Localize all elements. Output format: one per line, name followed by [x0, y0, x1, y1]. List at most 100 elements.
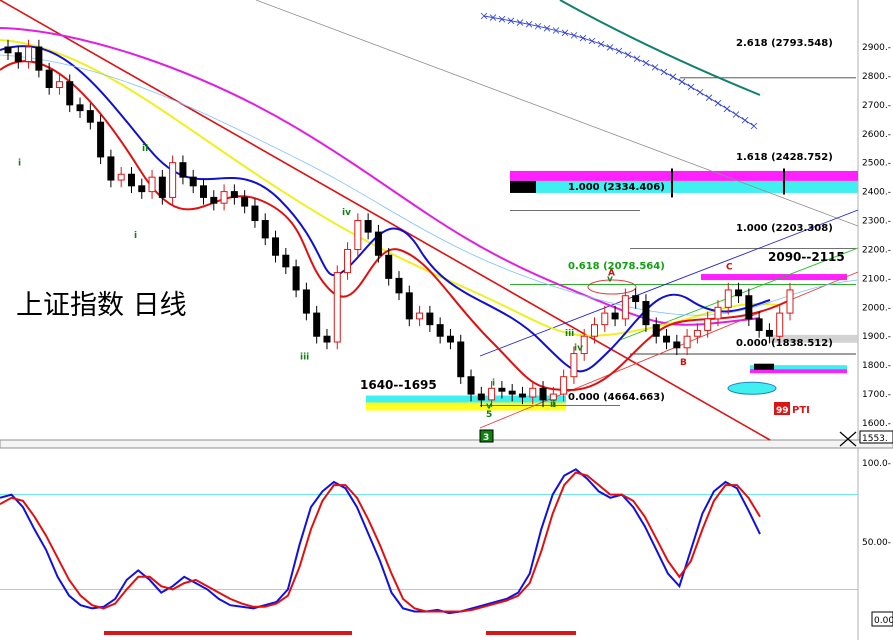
fib-label-0618: 0.618 (2078.564) — [568, 261, 665, 272]
y-axis-ticks: 2900.- 2800.- 2700.- 2600.- 2500.- 2400.- 2300… — [862, 43, 891, 548]
candle-body — [457, 341, 465, 378]
y-tick-label-4: 2500.- — [862, 159, 891, 169]
wave-label-8: ii — [550, 400, 556, 410]
candle-body — [663, 335, 671, 343]
candle-body — [251, 205, 259, 222]
current-price-value: 1553. — [862, 434, 888, 444]
candle-body — [765, 329, 773, 337]
oscillator — [0, 468, 858, 635]
y-tick-label-2: 2700.- — [862, 101, 891, 111]
candle-body — [508, 390, 516, 395]
fib-label-1000-a: 1.000 (2334.406) — [568, 182, 665, 193]
wave-label-1: ii — [142, 144, 148, 154]
candle-body — [477, 393, 485, 401]
candle-body — [292, 266, 300, 291]
y-tick-label-10: 1900.- — [862, 332, 891, 342]
candle-body — [518, 393, 526, 398]
price-panel-frame — [0, 0, 858, 440]
osc-series-0 — [0, 468, 761, 615]
pti-badge-number: 99 — [776, 406, 789, 416]
candle-body — [220, 191, 228, 204]
black-block-1800 — [754, 363, 774, 370]
candle-body — [549, 393, 557, 401]
y-tick-label-7: 2200.- — [862, 245, 891, 255]
fib-label-1618: 1.618 (2428.752) — [736, 152, 833, 163]
candle-body — [86, 110, 94, 123]
candle-body — [570, 353, 578, 378]
panel-separator[interactable] — [0, 439, 893, 449]
osc-value: 0.00 — [874, 616, 893, 626]
wave-label-13: B — [680, 358, 687, 368]
yellow-band-low-zone — [366, 402, 566, 411]
candle-body — [745, 295, 753, 320]
wave-label-0: i — [18, 159, 21, 169]
candle-body — [374, 231, 382, 256]
candle-body — [591, 324, 598, 337]
low-zone-label: 1640--1695 — [360, 378, 437, 392]
candle-body — [148, 176, 156, 193]
candle-body — [436, 324, 444, 337]
candle-body — [127, 173, 135, 187]
candle-body — [498, 387, 506, 392]
candle-body — [529, 387, 537, 398]
candle-body — [446, 335, 454, 343]
candle-body — [385, 254, 393, 279]
candle-body — [632, 295, 640, 303]
candle-body — [704, 318, 712, 331]
candle-body — [467, 376, 475, 395]
candle-body — [169, 162, 177, 198]
candle-body — [488, 387, 496, 401]
wave-label-9: iii — [565, 329, 574, 339]
candle-body — [282, 254, 290, 268]
candle-body — [302, 289, 310, 314]
signal-bar-2 — [486, 631, 576, 635]
candle-body — [673, 341, 681, 349]
candle-body — [333, 272, 341, 343]
osc-tick-label-1: 50.00- — [862, 538, 891, 548]
magenta-band-top — [510, 170, 858, 181]
wave-label-4: iv — [342, 208, 351, 218]
y-tick-label-13: 1600.- — [862, 419, 891, 429]
fib-label-2618: 2.618 (2793.548) — [736, 38, 833, 49]
candle-body — [354, 220, 362, 250]
candle-body — [560, 376, 568, 395]
cyan-ellipse — [727, 381, 777, 395]
candle-body — [210, 196, 218, 204]
candle-body — [601, 312, 609, 326]
candle-body — [652, 324, 660, 337]
candle-body — [344, 248, 352, 274]
candle-body — [405, 292, 413, 320]
wave-label-3: iii — [300, 352, 309, 362]
wave-label-14: C — [726, 263, 733, 273]
chart-window: 2900.- 2800.- 2700.- 2600.- 2500.- 2400.- 2300… — [0, 0, 893, 640]
candle-body — [426, 312, 434, 326]
candle-body — [364, 220, 372, 233]
candle-body — [735, 289, 743, 297]
magenta-band-high-zone — [701, 274, 847, 281]
candle-body — [714, 306, 722, 320]
candle-body — [35, 46, 43, 71]
wave-count-number: 3 — [483, 433, 489, 443]
y-tick-label-8: 2100.- — [862, 274, 891, 284]
candle-body — [230, 191, 238, 198]
candle-body — [416, 312, 424, 320]
cyan-band-top — [510, 180, 858, 193]
candle-body — [4, 46, 12, 54]
fib-label-0000-b: 0.000 (4664.663) — [568, 392, 665, 403]
y-tick-label-12: 1700.- — [862, 390, 891, 400]
magenta-band-1800 — [750, 369, 847, 374]
candle-body — [683, 335, 691, 349]
wave-label-2: i — [134, 231, 137, 241]
high-zone-label: 2090--2115 — [768, 250, 845, 264]
chart-title: 上证指数 日线 — [16, 290, 187, 321]
y-tick-label-0: 2900.- — [862, 43, 891, 53]
candle-body — [200, 185, 207, 198]
candle-body — [138, 185, 146, 193]
candle-body — [55, 81, 63, 88]
candle-body — [45, 69, 53, 88]
candle-body — [395, 277, 403, 294]
wave-label-7: i — [492, 378, 495, 388]
osc-tick-label-0: 100.0- — [862, 459, 891, 469]
candle-body — [158, 176, 166, 198]
black-block-top — [510, 180, 536, 193]
